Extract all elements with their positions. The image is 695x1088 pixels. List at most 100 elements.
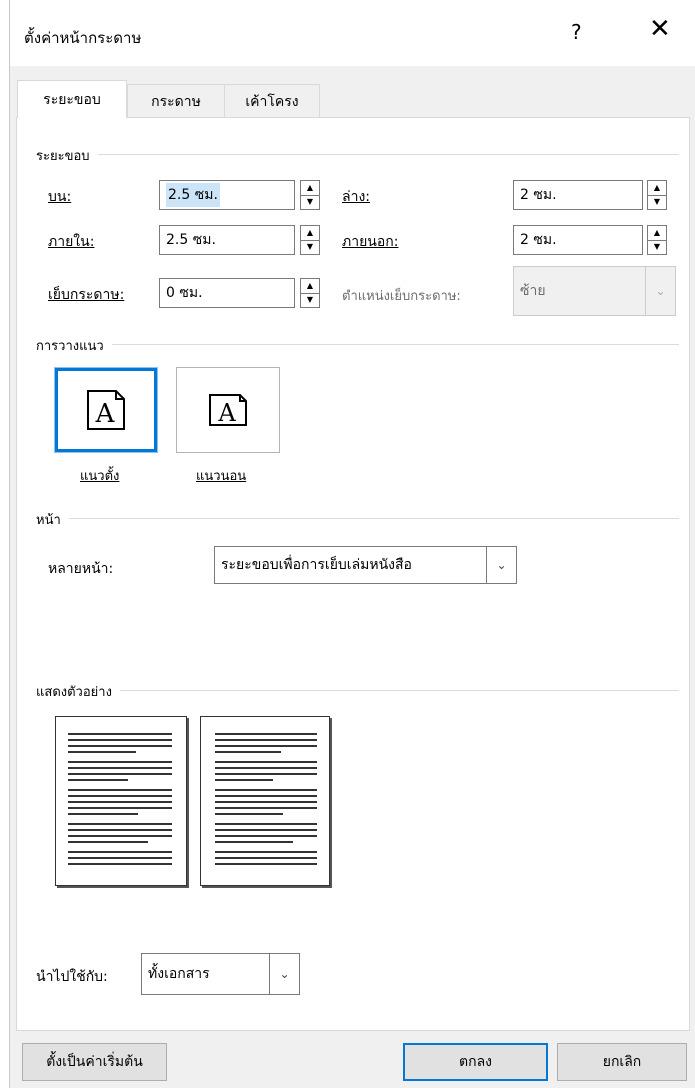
apply-to-value: ทั้งเอกสาร — [148, 966, 210, 982]
preview-text-line — [215, 813, 283, 815]
preview-text-line — [215, 823, 317, 825]
orientation-section-title: การวางแนว — [36, 335, 112, 356]
preview-text-line — [215, 857, 317, 859]
preview-text-line — [68, 857, 172, 859]
close-button[interactable]: ✕ — [649, 14, 671, 44]
preview-text-line — [68, 807, 172, 809]
preview-text-line — [68, 761, 172, 763]
preview-text-line — [68, 779, 128, 781]
preview-text-line — [215, 773, 317, 775]
preview-text-line — [215, 851, 317, 853]
spin-up-icon[interactable]: ▲ — [301, 226, 319, 241]
preview-text-line — [215, 739, 317, 741]
preview-section-title: แสดงตัวอย่าง — [36, 681, 120, 702]
preview-text-line — [215, 863, 317, 865]
section-divider — [36, 154, 679, 155]
ok-button[interactable]: ตกลง — [403, 1043, 548, 1081]
spin-down-icon[interactable]: ▼ — [301, 294, 319, 308]
inside-margin-label: ภายใน: — [48, 231, 94, 253]
spin-up-icon[interactable]: ▲ — [648, 181, 666, 196]
chevron-down-icon: ⌄ — [645, 267, 675, 315]
gutter-label: เย็บกระดาษ: — [48, 284, 124, 306]
section-divider — [36, 344, 679, 345]
outside-margin-input[interactable]: 2 ซม. — [513, 225, 643, 255]
outside-margin-value: 2 ซม. — [520, 232, 557, 248]
preview-page-left — [55, 716, 187, 886]
portrait-page-icon: A — [86, 389, 126, 431]
outside-margin-label: ภายนอก: — [342, 231, 398, 253]
gutter-position-value: ซ้าย — [520, 283, 546, 299]
apply-to-label: นำไปใช้กับ: — [36, 969, 108, 985]
gutter-label-text: เย็บกระดาษ: — [48, 287, 125, 303]
bottom-margin-input[interactable]: 2 ซม. — [513, 180, 643, 210]
landscape-page-icon: A — [208, 389, 248, 431]
preview-text-line — [215, 779, 273, 781]
gutter-input[interactable]: 0 ซม. — [159, 278, 295, 308]
bottom-margin-label-text: ล่าง: — [342, 189, 370, 205]
preview-text-line — [215, 761, 317, 763]
chevron-down-icon[interactable]: ⌄ — [269, 954, 299, 994]
preview-text-line — [68, 739, 172, 741]
portrait-button[interactable]: A — [54, 367, 158, 453]
gutter-position-select: ซ้าย ⌄ — [513, 266, 676, 316]
preview-text-line — [215, 745, 317, 747]
preview-text-line — [215, 835, 317, 837]
top-margin-input[interactable]: 2.5 ซม. — [159, 180, 295, 210]
spin-down-icon[interactable]: ▼ — [648, 241, 666, 255]
preview-text-line — [215, 795, 317, 797]
preview-text-line — [68, 851, 172, 853]
apply-to-select[interactable]: ทั้งเอกสาร ⌄ — [141, 953, 300, 995]
chevron-down-icon[interactable]: ⌄ — [486, 547, 516, 583]
tab-paper[interactable]: กระดาษ — [127, 84, 225, 118]
tab-margins[interactable]: ระยะขอบ — [17, 80, 127, 118]
preview-text-line — [68, 823, 172, 825]
tab-layout[interactable]: เค้าโครง — [224, 84, 320, 118]
spin-up-icon[interactable]: ▲ — [301, 181, 319, 196]
outside-margin-spinner[interactable]: ▲ ▼ — [647, 225, 667, 255]
window-left-edge — [0, 0, 10, 1088]
landscape-label: แนวนอน — [196, 469, 247, 484]
preview-page-right — [200, 716, 330, 886]
help-button[interactable]: ? — [571, 20, 582, 44]
preview-text-line — [215, 751, 281, 753]
section-divider — [36, 518, 679, 519]
preview-text-line — [68, 829, 172, 831]
outside-margin-label-text: ภายนอก: — [342, 234, 399, 250]
top-margin-label: บน: — [48, 186, 71, 208]
set-as-default-button[interactable]: ตั้งเป็นค่าเริ่มต้น — [22, 1043, 167, 1081]
preview-text-line — [68, 795, 172, 797]
spin-up-icon[interactable]: ▲ — [648, 226, 666, 241]
spin-down-icon[interactable]: ▼ — [648, 196, 666, 210]
pages-section-title: หน้า — [36, 509, 69, 530]
preview-text-line — [68, 767, 172, 769]
inside-margin-value: 2.5 ซม. — [166, 232, 216, 248]
spin-down-icon[interactable]: ▼ — [301, 196, 319, 210]
preview-text-line — [215, 841, 293, 843]
portrait-label: แนวตั้ง — [80, 469, 120, 484]
preview-text-line — [215, 807, 317, 809]
inside-margin-spinner[interactable]: ▲ ▼ — [300, 225, 320, 255]
margins-section-title: ระยะขอบ — [36, 145, 98, 166]
preview-text-line — [68, 745, 172, 747]
top-margin-label-text: บน: — [48, 189, 72, 205]
preview-text-line — [68, 841, 148, 843]
inside-margin-label-text: ภายใน: — [48, 234, 95, 250]
preview-text-line — [215, 789, 317, 791]
preview-text-line — [68, 733, 172, 735]
preview-text-line — [68, 835, 172, 837]
cancel-button[interactable]: ยกเลิก — [557, 1043, 687, 1081]
section-divider — [36, 690, 679, 691]
spin-up-icon[interactable]: ▲ — [301, 279, 319, 294]
spin-down-icon[interactable]: ▼ — [301, 241, 319, 255]
gutter-spinner[interactable]: ▲ ▼ — [300, 278, 320, 308]
preview-text-line — [68, 801, 172, 803]
bottom-margin-spinner[interactable]: ▲ ▼ — [647, 180, 667, 210]
preview-text-line — [68, 751, 136, 753]
landscape-icon-letter: A — [217, 399, 236, 427]
multiple-pages-select[interactable]: ระยะขอบเพื่อการเย็บเล่มหนังสือ ⌄ — [214, 546, 517, 584]
top-margin-spinner[interactable]: ▲ ▼ — [300, 180, 320, 210]
landscape-button[interactable]: A — [176, 367, 280, 453]
inside-margin-input[interactable]: 2.5 ซม. — [159, 225, 295, 255]
bottom-margin-label: ล่าง: — [342, 186, 370, 208]
bottom-margin-value: 2 ซม. — [520, 187, 557, 203]
